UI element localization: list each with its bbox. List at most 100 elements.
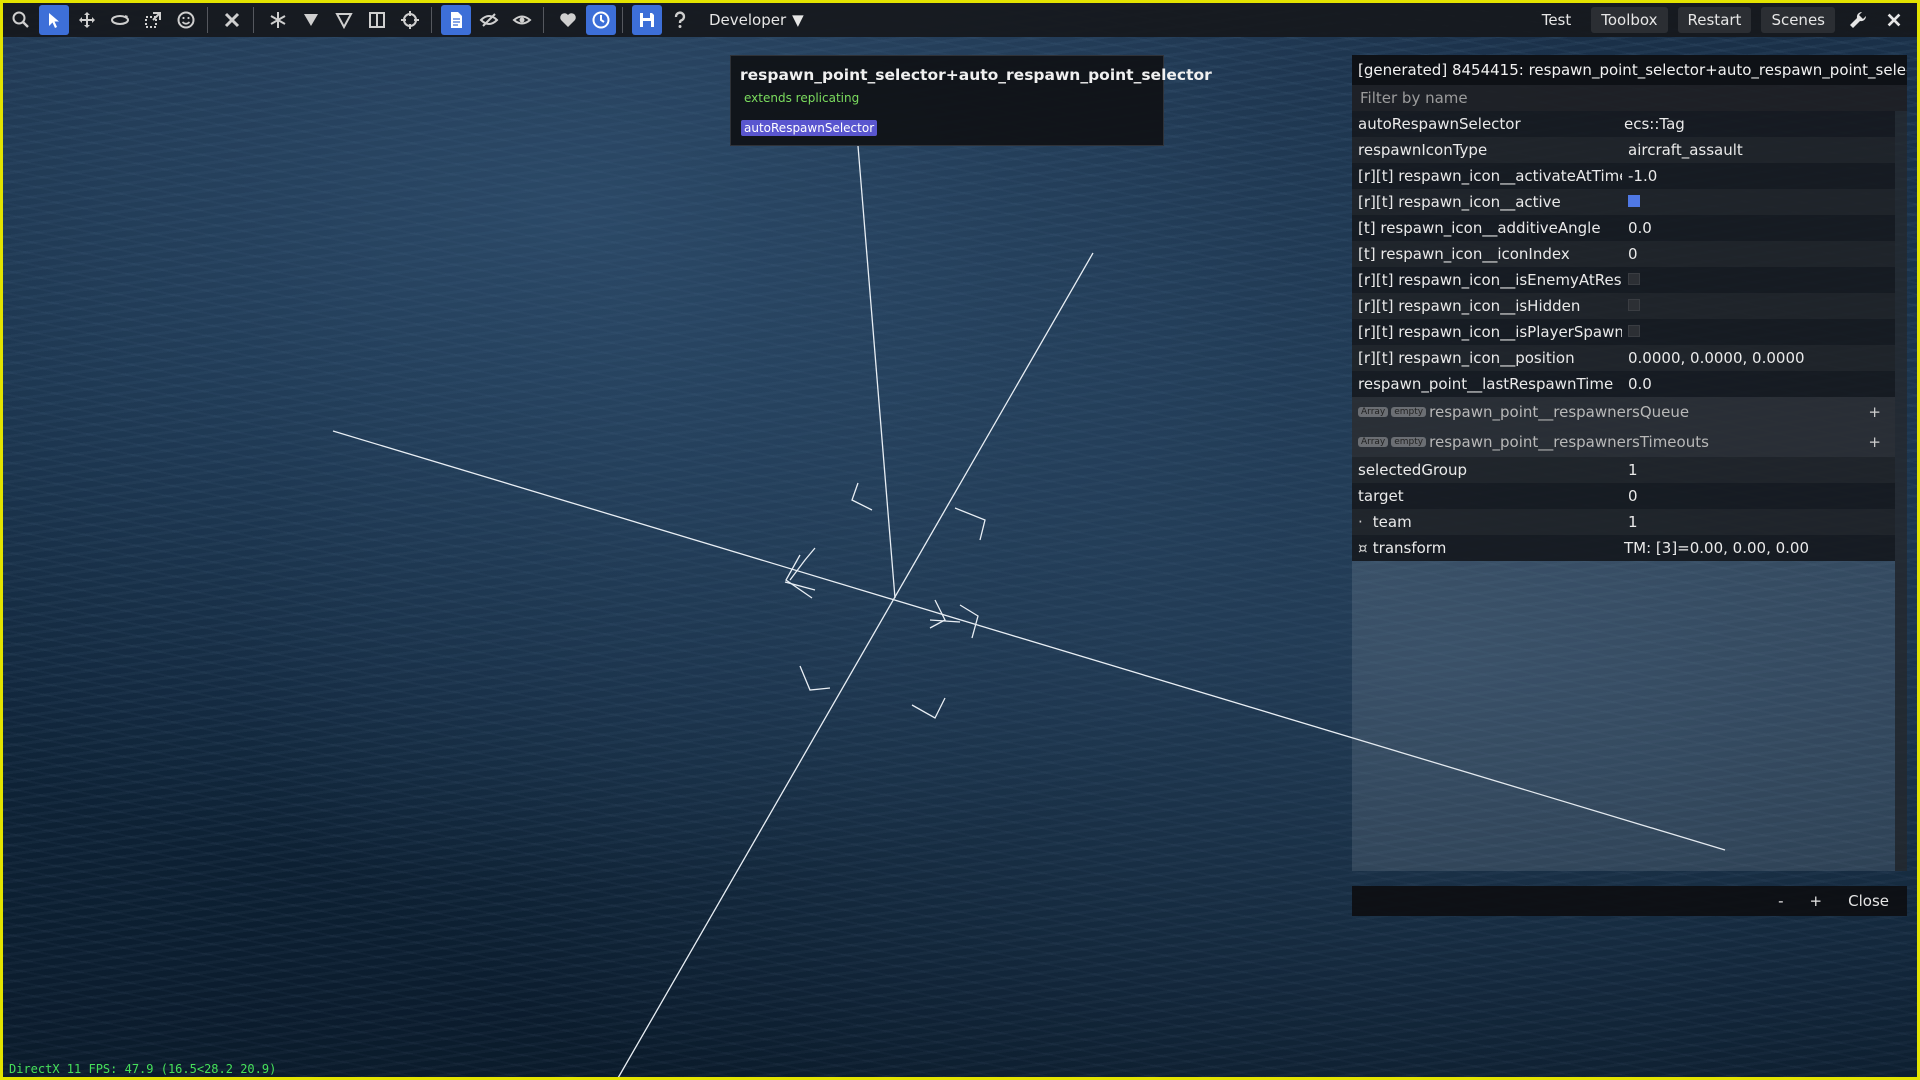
component-row[interactable]: [r][t] respawn_icon__activateAtTime -1.0	[1352, 163, 1895, 189]
component-name: target	[1358, 487, 1404, 505]
component-value[interactable]: 0	[1622, 487, 1638, 505]
component-value[interactable]: 0.0000, 0.0000, 0.0000	[1622, 349, 1805, 367]
inspector-footer: - + Close	[1352, 886, 1907, 916]
scale-icon[interactable]	[138, 5, 168, 35]
filter-outline-icon[interactable]	[329, 5, 359, 35]
component-name: [r][t] respawn_icon__position	[1358, 349, 1575, 367]
is-player-spawn-checkbox[interactable]	[1628, 325, 1640, 337]
component-name: [r][t] respawn_icon__active	[1358, 193, 1561, 211]
restart-button[interactable]: Restart	[1677, 7, 1752, 33]
tooltip-subtitle: extends replicating	[744, 91, 860, 105]
component-row[interactable]: target 0	[1352, 483, 1895, 509]
array-badge: Array	[1358, 437, 1389, 447]
developer-dropdown[interactable]: Developer ▼	[709, 11, 804, 29]
smile-icon[interactable]	[171, 5, 201, 35]
inspector-title[interactable]: [generated] 8454415: respawn_point_selec…	[1352, 55, 1907, 85]
component-row[interactable]: · team 1	[1352, 509, 1895, 535]
component-name: transform	[1372, 539, 1447, 557]
component-value[interactable]: 1	[1622, 461, 1638, 479]
component-row[interactable]: respawnIconType aircraft_assault	[1352, 137, 1895, 163]
snowflake-icon[interactable]	[263, 5, 293, 35]
array-row[interactable]: Array empty respawn_point__respawnersTim…	[1352, 427, 1895, 457]
component-name: [t] respawn_icon__additiveAngle	[1358, 219, 1601, 237]
toolbar-separator	[253, 7, 254, 33]
scenes-button[interactable]: Scenes	[1761, 7, 1835, 33]
fps-counter: DirectX 11 FPS: 47.9 (16.5<28.2 20.9)	[9, 1062, 277, 1076]
empty-badge: empty	[1391, 407, 1427, 417]
developer-dropdown-label: Developer	[709, 11, 787, 29]
component-value[interactable]: 1	[1622, 513, 1638, 531]
component-value[interactable]: 0	[1622, 245, 1638, 263]
component-value[interactable]: 0.0	[1622, 219, 1652, 237]
component-value[interactable]: TM: [3]=0.00, 0.00, 0.00	[1622, 539, 1809, 557]
search-icon[interactable]	[6, 5, 36, 35]
zoom-out-button[interactable]: -	[1768, 889, 1793, 913]
component-row[interactable]: selectedGroup 1	[1352, 457, 1895, 483]
crosshair-icon[interactable]	[395, 5, 425, 35]
eye-hidden-icon[interactable]	[474, 5, 504, 35]
filter-icon[interactable]	[296, 5, 326, 35]
component-name: selectedGroup	[1358, 461, 1467, 479]
clock-icon[interactable]	[586, 5, 616, 35]
heart-icon[interactable]	[553, 5, 583, 35]
close-icon[interactable]	[1881, 7, 1907, 33]
chevron-down-icon: ▼	[792, 11, 804, 29]
select-icon[interactable]	[39, 5, 69, 35]
component-row[interactable]: [t] respawn_icon__additiveAngle 0.0	[1352, 215, 1895, 241]
component-row[interactable]: autoRespawnSelector ecs::Tag	[1352, 111, 1895, 137]
wrench-icon[interactable]	[1845, 7, 1871, 33]
component-value[interactable]: aircraft_assault	[1622, 141, 1743, 159]
close-icon[interactable]	[217, 5, 247, 35]
empty-badge: empty	[1391, 437, 1427, 447]
expand-toggle[interactable]: ·	[1358, 513, 1368, 531]
array-name: respawn_point__respawnersTimeouts	[1429, 433, 1709, 451]
array-name: respawn_point__respawnersQueue	[1429, 403, 1690, 421]
component-row[interactable]: ¤ transform TM: [3]=0.00, 0.00, 0.00	[1352, 535, 1895, 561]
split-icon[interactable]	[362, 5, 392, 35]
component-row[interactable]: [r][t] respawn_icon__isPlayerSpawn	[1352, 319, 1895, 345]
is-hidden-checkbox[interactable]	[1628, 299, 1640, 311]
help-icon[interactable]	[665, 5, 695, 35]
inspector-body: autoRespawnSelector ecs::Tag respawnIconT…	[1352, 111, 1907, 871]
move-icon[interactable]	[72, 5, 102, 35]
document-icon[interactable]	[441, 5, 471, 35]
component-row[interactable]: [t] respawn_icon__iconIndex 0	[1352, 241, 1895, 267]
component-row[interactable]: [r][t] respawn_icon__position 0.0000, 0.0…	[1352, 345, 1895, 371]
eye-icon[interactable]	[507, 5, 537, 35]
component-value: ecs::Tag	[1624, 115, 1685, 133]
test-button[interactable]: Test	[1532, 7, 1582, 33]
toolbar-separator	[431, 7, 432, 33]
tooltip-title: respawn_point_selector+auto_respawn_poin…	[740, 66, 1212, 84]
zoom-in-button[interactable]: +	[1800, 889, 1833, 913]
component-value[interactable]: 0.0	[1622, 375, 1652, 393]
rotate-icon[interactable]	[105, 5, 135, 35]
array-row[interactable]: Array empty respawn_point__respawnersQue…	[1352, 397, 1895, 427]
component-row[interactable]: respawn_point__lastRespawnTime 0.0	[1352, 371, 1895, 397]
tooltip-tag: autoRespawnSelector	[741, 120, 878, 136]
close-button[interactable]: Close	[1838, 889, 1899, 913]
add-element-button[interactable]: +	[1868, 403, 1881, 421]
toolbox-button[interactable]: Toolbox	[1591, 7, 1668, 33]
component-name: autoRespawnSelector	[1358, 115, 1521, 133]
active-checkbox[interactable]	[1628, 195, 1640, 207]
component-row[interactable]: [r][t] respawn_icon__isEnemyAtRespawn	[1352, 267, 1895, 293]
is-enemy-at-respawn-checkbox[interactable]	[1628, 273, 1640, 285]
component-name: team	[1372, 513, 1412, 531]
filter-input[interactable]	[1358, 85, 1902, 111]
add-element-button[interactable]: +	[1868, 433, 1881, 451]
scrollbar[interactable]	[1895, 111, 1907, 871]
component-value[interactable]: -1.0	[1622, 167, 1657, 185]
filter-bar	[1352, 85, 1907, 111]
component-name: [r][t] respawn_icon__isHidden	[1358, 297, 1581, 315]
component-row[interactable]: [r][t] respawn_icon__isHidden	[1352, 293, 1895, 319]
toolbar-separator	[622, 7, 623, 33]
component-name: respawn_point__lastRespawnTime	[1358, 375, 1614, 393]
component-row[interactable]: [r][t] respawn_icon__active	[1352, 189, 1895, 215]
save-icon[interactable]	[632, 5, 662, 35]
toolbar-separator	[207, 7, 208, 33]
component-name: [t] respawn_icon__iconIndex	[1358, 245, 1570, 263]
component-name: [r][t] respawn_icon__activateAtTime	[1358, 167, 1622, 185]
array-badge: Array	[1358, 407, 1389, 417]
component-name: [r][t] respawn_icon__isPlayerSpawn	[1358, 323, 1622, 341]
expand-toggle[interactable]: ¤	[1358, 539, 1368, 557]
